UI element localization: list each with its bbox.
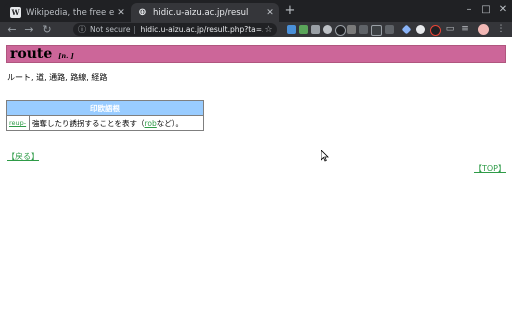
extension-icon[interactable] — [299, 25, 308, 34]
etymology-table: 印欧語根 reup- 強奪したり誘拐することを表す（robなど）。 — [6, 100, 204, 131]
new-tab-button[interactable]: + — [283, 4, 297, 18]
description-cell: 強奪したり誘拐することを表す（robなど）。 — [29, 115, 204, 131]
headword: route — [10, 46, 53, 62]
security-label: Not secure — [90, 25, 131, 34]
cast-icon[interactable]: ▭ — [444, 22, 456, 37]
wikipedia-icon: W — [10, 7, 21, 18]
page-content: route [n. ] ルート, 道, 通路, 路線, 経路 印欧語根 reup… — [0, 37, 512, 320]
tab-strip: W Wikipedia, the free enc ✕ ⊕ hidic.u-ai… — [0, 0, 512, 22]
bookmark-star-icon[interactable]: ☆ — [263, 25, 274, 35]
divider — [134, 25, 136, 34]
description-text: 強奪したり誘拐することを表す（ — [32, 118, 145, 128]
reload-icon[interactable]: ↻ — [40, 22, 54, 37]
extension-icon[interactable] — [335, 25, 346, 36]
tab-title: hidic.u-aizu.ac.jp/resul — [153, 7, 249, 18]
media-queue-icon[interactable]: ≡ — [459, 22, 471, 37]
close-window-button[interactable]: ✕ — [496, 3, 510, 17]
rob-link[interactable]: rob — [145, 119, 157, 128]
browser-toolbar: ← → ↻ ⓘ Not secure hidic.u-aizu.ac.jp/re… — [0, 22, 512, 37]
extension-icon[interactable] — [359, 25, 368, 34]
table-row: reup- 強奪したり誘拐することを表す（robなど）。 — [6, 115, 204, 131]
minimize-button[interactable]: – — [462, 3, 476, 17]
extension-icon[interactable] — [416, 25, 425, 34]
meanings: ルート, 道, 通路, 路線, 経路 — [7, 73, 108, 82]
diamond-icon[interactable] — [401, 24, 412, 35]
extension-icon[interactable] — [385, 25, 394, 34]
tab-title: Wikipedia, the free enc — [26, 7, 115, 18]
extension-icon[interactable] — [371, 25, 382, 36]
address-bar[interactable]: ⓘ Not secure hidic.u-aizu.ac.jp/result.p… — [73, 23, 277, 36]
block-icon[interactable] — [430, 25, 441, 36]
table-header: 印欧語根 — [6, 100, 204, 116]
word-header: route [n. ] — [6, 45, 506, 63]
top-link[interactable]: 【TOP】 — [474, 163, 506, 174]
close-tab-icon[interactable]: ✕ — [264, 8, 276, 18]
root-cell: reup- — [6, 115, 30, 131]
menu-icon[interactable]: ⋮ — [495, 22, 507, 37]
part-of-speech: [n. ] — [58, 52, 74, 60]
tab-wikipedia[interactable]: W Wikipedia, the free enc ✕ — [4, 3, 130, 22]
root-link[interactable]: reup- — [9, 119, 26, 127]
extension-icon[interactable] — [287, 25, 296, 34]
avatar[interactable] — [478, 24, 489, 35]
info-icon[interactable]: ⓘ — [77, 25, 87, 35]
description-text: など）。 — [156, 118, 184, 128]
close-tab-icon[interactable]: ✕ — [115, 8, 127, 18]
tab-hidic[interactable]: ⊕ hidic.u-aizu.ac.jp/resul ✕ — [131, 3, 279, 22]
extension-icon[interactable] — [311, 25, 320, 34]
url-text[interactable]: hidic.u-aizu.ac.jp/result.php?ta=... — [140, 25, 263, 34]
extension-icon[interactable] — [347, 25, 356, 34]
back-icon[interactable]: ← — [5, 22, 19, 37]
back-link[interactable]: 【戻る】 — [7, 151, 39, 162]
maximize-button[interactable]: □ — [479, 3, 493, 17]
globe-icon: ⊕ — [138, 7, 147, 18]
forward-icon[interactable]: → — [22, 22, 36, 37]
extension-icon[interactable] — [323, 25, 332, 34]
